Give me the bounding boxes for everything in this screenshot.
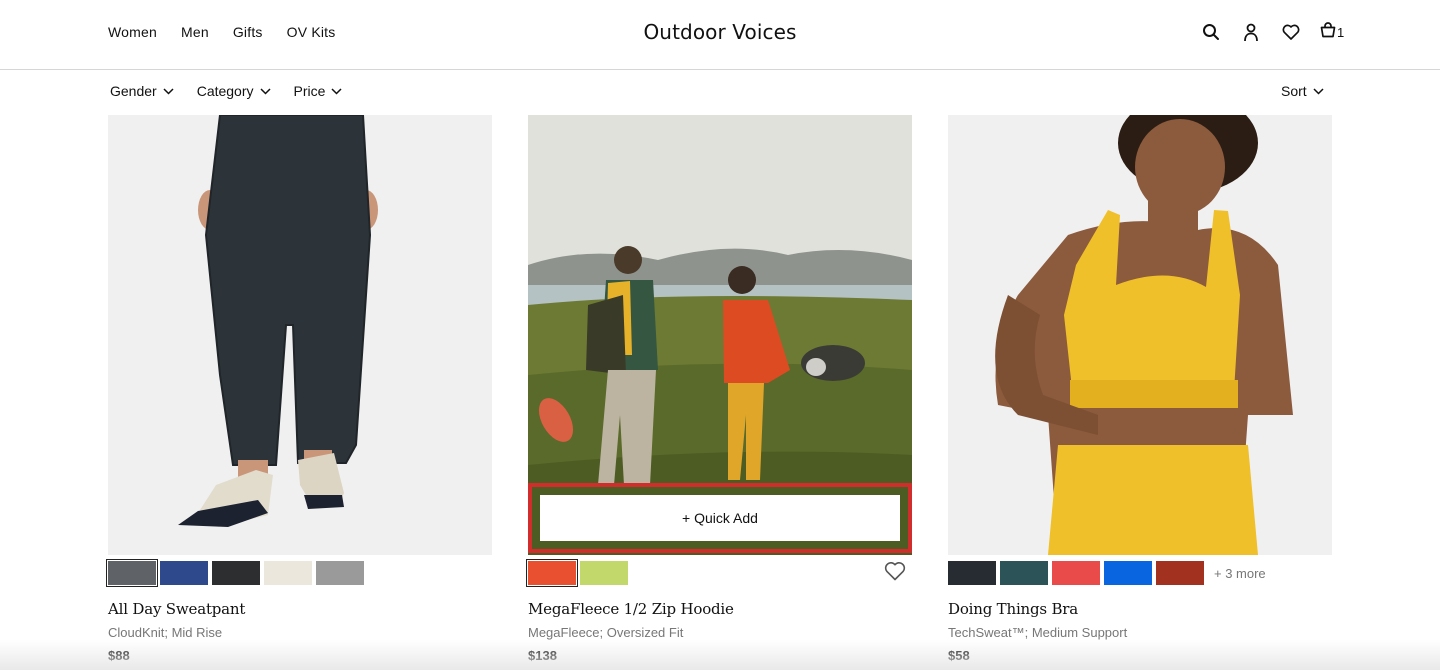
- filter-label: Category: [196, 83, 254, 99]
- more-colors-link[interactable]: + 3 more: [1214, 566, 1266, 581]
- product-description: CloudKnit; Mid Rise: [108, 625, 223, 640]
- color-swatch[interactable]: [106, 559, 158, 587]
- product-name[interactable]: Doing Things Bra: [948, 600, 1078, 618]
- color-swatches: [106, 559, 364, 587]
- color-swatch[interactable]: [1104, 561, 1152, 585]
- filter-price[interactable]: Price: [294, 83, 343, 99]
- header-icons: 1: [1200, 20, 1344, 44]
- color-swatches: [526, 559, 628, 587]
- product-image[interactable]: [948, 115, 1332, 555]
- product-price: $88: [108, 648, 130, 663]
- site-header: Women Men Gifts OV Kits Outdoor Voices 1: [0, 0, 1440, 70]
- heart-icon[interactable]: [884, 561, 906, 583]
- quick-add-button[interactable]: + Quick Add: [540, 495, 900, 541]
- wishlist-icon[interactable]: [1280, 20, 1302, 44]
- color-swatch[interactable]: [316, 561, 364, 585]
- bottom-fade: [0, 640, 1440, 670]
- product-price: $138: [528, 648, 557, 663]
- sort-label: Sort: [1281, 83, 1307, 99]
- product-card: All Day Sweatpant CloudKnit; Mid Rise $8…: [106, 115, 492, 663]
- color-swatch[interactable]: [580, 561, 628, 585]
- filter-bar: Gender Category Price: [110, 83, 342, 99]
- account-icon[interactable]: [1240, 20, 1262, 44]
- sort-dropdown[interactable]: Sort: [1281, 83, 1324, 99]
- color-swatch[interactable]: [160, 561, 208, 585]
- product-image[interactable]: [108, 115, 492, 555]
- color-swatch[interactable]: [1052, 561, 1100, 585]
- filter-label: Gender: [110, 83, 157, 99]
- color-swatch[interactable]: [1000, 561, 1048, 585]
- product-name[interactable]: All Day Sweatpant: [108, 600, 245, 618]
- product-description: TechSweat™; Medium Support: [948, 625, 1128, 640]
- color-swatch[interactable]: [526, 559, 578, 587]
- product-image[interactable]: + Quick Add: [528, 115, 912, 555]
- chevron-down-icon: [259, 87, 271, 95]
- color-swatch[interactable]: [1156, 561, 1204, 585]
- chevron-down-icon: [1313, 87, 1324, 95]
- cart-button[interactable]: 1: [1320, 21, 1345, 43]
- color-swatch[interactable]: [948, 561, 996, 585]
- search-icon[interactable]: [1200, 20, 1222, 44]
- product-card: + Quick Add MegaFleece 1/2 Zip Hoodie Me…: [526, 115, 912, 663]
- product-name[interactable]: MegaFleece 1/2 Zip Hoodie: [528, 600, 734, 618]
- product-price: $58: [948, 648, 970, 663]
- quick-add-highlight: + Quick Add: [528, 483, 912, 553]
- chevron-down-icon: [331, 87, 342, 95]
- cart-count: 1: [1337, 24, 1345, 40]
- color-swatch[interactable]: [264, 561, 312, 585]
- filter-category[interactable]: Category: [197, 83, 271, 99]
- chevron-down-icon: [163, 87, 174, 95]
- color-swatches: + 3 more: [948, 561, 1266, 585]
- bag-icon: [1320, 21, 1336, 43]
- filter-label: Price: [293, 83, 326, 99]
- color-swatch[interactable]: [212, 561, 260, 585]
- product-description: MegaFleece; Oversized Fit: [528, 625, 684, 640]
- product-card: + 3 more Doing Things Bra TechSweat™; Me…: [948, 115, 1332, 663]
- filter-gender[interactable]: Gender: [110, 83, 174, 99]
